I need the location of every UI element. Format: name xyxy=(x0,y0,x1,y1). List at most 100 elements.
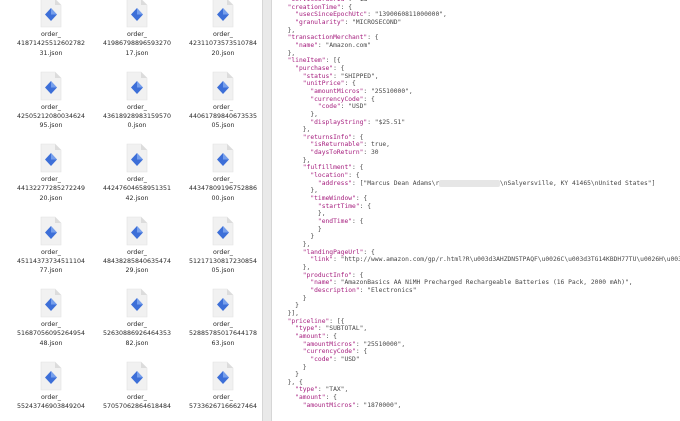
file-item[interactable]: order_ 57057062864618484 xyxy=(94,359,180,421)
json-line: } xyxy=(280,233,315,241)
json-file-icon xyxy=(212,71,234,100)
json-line: "displayString": "$25.51" xyxy=(310,118,406,126)
json-file-icon xyxy=(40,288,62,318)
file-name: order_ 44347809196752886 00.json xyxy=(188,176,258,202)
file-name: order_ 45114373734511104 77.json xyxy=(16,248,86,275)
json-line: "amount": { xyxy=(295,394,337,402)
json-line: "landingPageUrl": { xyxy=(302,248,375,256)
file-name: order_ 52630886926464353 82.json xyxy=(102,321,172,347)
json-line: "code": "USD" xyxy=(310,355,360,363)
json-file-icon xyxy=(126,288,148,318)
file-item[interactable]: order_ 44061789840673535 05.json xyxy=(180,69,262,142)
json-line: "code": "USD" xyxy=(317,103,368,111)
json-line: }, xyxy=(280,241,311,248)
json-line: "transactionMerchant": { xyxy=(287,34,379,42)
file-name: order_ 57057062864618484 xyxy=(102,393,172,410)
json-file-icon xyxy=(126,143,148,173)
file-name: order_ 51217130817230854 05.json xyxy=(188,248,258,275)
json-file-icon xyxy=(40,216,62,245)
json-line: "daysToReturn": 30 xyxy=(310,149,379,157)
json-file-icon xyxy=(212,216,234,245)
json-line: "name": "Amazon.com" xyxy=(295,41,371,49)
file-item[interactable]: order_ 52630886926464353 82.json xyxy=(94,286,180,359)
json-line: "lineItem": [{ xyxy=(287,57,341,65)
json-line: } xyxy=(280,363,307,371)
json-line: "timeWindow": { xyxy=(310,195,368,203)
json-file-icon xyxy=(126,216,148,245)
json-line: }, xyxy=(280,26,296,34)
file-item[interactable]: order_ 44247604658951351 42.json xyxy=(94,141,180,214)
json-file-icon xyxy=(40,0,62,28)
pane-divider[interactable] xyxy=(262,0,272,421)
json-line: "name": "AmazonBasics AA NiMH Precharged… xyxy=(310,279,633,287)
json-line: "currencyCode": { xyxy=(302,348,368,356)
json-line: "description": "Electronics" xyxy=(310,286,417,294)
json-file-icon xyxy=(126,71,148,100)
file-name: order_ 42311073573510784 20.json xyxy=(188,31,258,57)
json-line: "serviceOrderId": "1… xyxy=(280,0,368,3)
file-name: order_ 57336267166627464 xyxy=(188,393,258,410)
json-file-icon xyxy=(212,361,234,390)
file-item[interactable]: order_ 52885785017644178 63.json xyxy=(180,286,262,359)
file-item[interactable]: order_ 41986798896593270 17.json xyxy=(94,0,180,69)
file-item[interactable]: order_ 51687056095264954 48.json xyxy=(8,286,94,359)
json-line: "address": ["Marcus Dean Adams\rXXXXXXXX… xyxy=(317,179,656,187)
file-item[interactable]: order_ 55243746903849204 xyxy=(8,359,94,421)
file-item[interactable]: order_ 42505212080034624 95.json xyxy=(8,69,94,142)
json-file-icon xyxy=(212,143,234,173)
json-line: }, xyxy=(280,156,311,164)
json-line: "creationTime": { xyxy=(287,3,353,11)
file-item[interactable]: order_ 57336267166627464 xyxy=(180,359,262,421)
file-browser-pane: order_ 41871425512602782 31.json order_ 4… xyxy=(0,0,262,421)
json-line: }, { xyxy=(280,378,303,386)
file-name: order_ 41871425512602782 31.json xyxy=(16,31,86,57)
json-line: "returnsInfo": { xyxy=(302,133,364,141)
json-file-icon xyxy=(126,0,148,28)
json-line: }], xyxy=(280,309,299,317)
json-line: "isReturnable": true, xyxy=(310,141,390,149)
json-line: "amountMicros": "1870000", xyxy=(302,401,402,409)
json-line: }, xyxy=(280,110,318,118)
json-line: "priceline": [{ xyxy=(287,317,345,325)
json-file-icon xyxy=(40,71,62,100)
file-name: order_ 55243746903849204 xyxy=(16,393,86,410)
json-line: }, xyxy=(280,210,326,218)
file-item[interactable]: order_ 48438285840635474 29.json xyxy=(94,214,180,287)
redacted-text: XXXXXXXXXXXXXXXX xyxy=(439,179,500,187)
json-line: "usecSinceEpochUtc": "1390060811000000", xyxy=(295,11,447,19)
json-line: "type": "SUBTOTAL", xyxy=(295,325,368,333)
json-file-icon xyxy=(212,288,234,318)
file-item[interactable]: order_ 43618928983159570 0.json xyxy=(94,69,180,142)
file-name: order_ 52885785017644178 63.json xyxy=(188,321,258,347)
file-item[interactable]: order_ 44347809196752886 00.json xyxy=(180,141,262,214)
json-code: "serviceOrderId": "1… "creationTime": { … xyxy=(280,0,680,409)
file-grid: order_ 41871425512602782 31.json order_ 4… xyxy=(8,0,262,421)
file-item[interactable]: order_ 41871425512602782 31.json xyxy=(8,0,94,69)
json-line: "amount": { xyxy=(295,332,337,340)
json-line: "amountMicros": "25510000", xyxy=(302,340,406,348)
file-item[interactable]: order_ 44132277285272249 20.json xyxy=(8,141,94,214)
file-name: order_ 44132277285272249 20.json xyxy=(16,176,86,202)
json-line: "link": "http://www.amazon.com/gp/r.html… xyxy=(310,256,680,264)
json-line: "type": "TAX", xyxy=(295,386,349,394)
json-line: "status": "SHIPPED", xyxy=(302,72,379,80)
file-item[interactable]: order_ 45114373734511104 77.json xyxy=(8,214,94,287)
json-line: }, xyxy=(280,49,296,57)
file-name: order_ 44061789840673535 05.json xyxy=(188,103,258,130)
json-file-icon xyxy=(212,0,234,28)
json-line: } xyxy=(280,225,322,233)
file-item[interactable]: order_ 42311073573510784 20.json xyxy=(180,0,262,69)
json-line: } xyxy=(280,371,299,379)
json-line: "fulfillment": { xyxy=(302,164,364,172)
json-line: "currencyCode": { xyxy=(310,95,375,103)
json-line: }, xyxy=(280,126,311,134)
file-item[interactable]: order_ 51217130817230854 05.json xyxy=(180,214,262,287)
file-name: order_ 41986798896593270 17.json xyxy=(102,31,172,57)
json-line: }, xyxy=(280,263,311,271)
json-line: }, xyxy=(280,187,318,195)
json-file-icon xyxy=(40,143,62,173)
json-line: "purchase": { xyxy=(295,64,345,72)
file-name: order_ 48438285840635474 29.json xyxy=(102,248,172,275)
json-line: "unitPrice": { xyxy=(302,80,356,88)
json-line: } xyxy=(280,294,307,302)
